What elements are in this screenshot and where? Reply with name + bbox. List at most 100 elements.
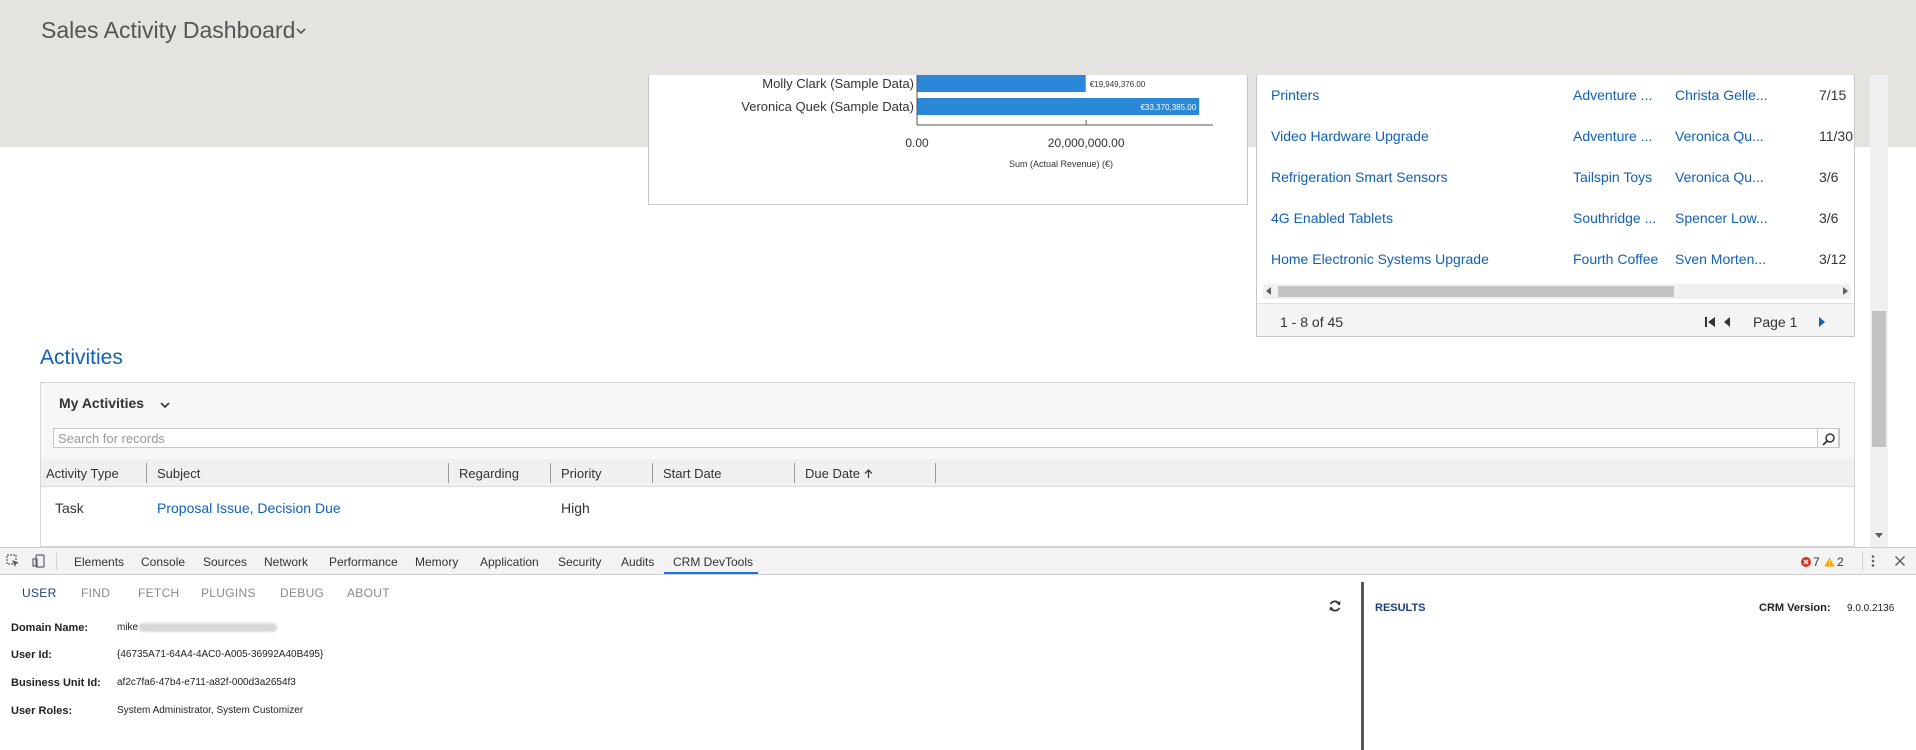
- crm-nav-user[interactable]: USER: [22, 586, 57, 600]
- opportunity-name-link[interactable]: Refrigeration Smart Sensors: [1271, 169, 1448, 185]
- category-label: Molly Clark (Sample Data): [762, 76, 914, 91]
- more-options-icon[interactable]: [1866, 554, 1880, 568]
- scroll-down-arrow-icon[interactable]: [1875, 533, 1883, 538]
- devtools-tab-application[interactable]: Application: [480, 555, 539, 569]
- crm-nav-fetch[interactable]: FETCH: [138, 586, 180, 600]
- column-separator[interactable]: [935, 463, 936, 483]
- grid-pager: 1 - 8 of 45 Page 1: [1257, 303, 1854, 336]
- device-toolbar-icon[interactable]: [32, 554, 46, 568]
- crm-nav-about[interactable]: ABOUT: [347, 586, 390, 600]
- account-link[interactable]: Adventure ...: [1573, 128, 1663, 144]
- scrollbar-thumb[interactable]: [1278, 286, 1674, 297]
- active-tab-indicator: [664, 572, 758, 574]
- column-header-regarding[interactable]: Regarding: [459, 466, 519, 481]
- column-header-start-date[interactable]: Start Date: [663, 466, 722, 481]
- close-date: 11/30: [1819, 128, 1853, 144]
- category-label: Veronica Quek (Sample Data): [741, 99, 914, 114]
- horizontal-scrollbar[interactable]: [1263, 284, 1851, 299]
- search-box: [53, 428, 1840, 448]
- column-header-due-date[interactable]: Due Date: [805, 466, 873, 481]
- column-separator[interactable]: [794, 463, 795, 483]
- table-row[interactable]: 4G Enabled Tablets Southridge ... Spencer …: [1257, 198, 1854, 239]
- chevron-down-icon[interactable]: [159, 399, 171, 411]
- devtools-tab-console[interactable]: Console: [141, 555, 185, 569]
- table-row[interactable]: Printers Adventure ... Christa Gelle... 7/1…: [1257, 75, 1854, 116]
- column-separator[interactable]: [448, 463, 449, 483]
- top-bar: Sales Activity Dashboard: [0, 0, 1916, 75]
- account-link[interactable]: Adventure ...: [1573, 87, 1663, 103]
- warning-badge[interactable]: 2: [1824, 555, 1844, 569]
- account-link[interactable]: Fourth Coffee: [1573, 251, 1663, 267]
- table-row[interactable]: Refrigeration Smart Sensors Tailspin Toys…: [1257, 157, 1854, 198]
- devtools-tab-crm-devtools[interactable]: CRM DevTools: [673, 555, 753, 569]
- opportunity-name-link[interactable]: Video Hardware Upgrade: [1271, 128, 1429, 144]
- dashboard-title[interactable]: Sales Activity Dashboard: [41, 17, 295, 44]
- devtools-tab-elements[interactable]: Elements: [74, 555, 124, 569]
- refresh-icon[interactable]: [1328, 599, 1342, 613]
- account-link[interactable]: Tailspin Toys: [1573, 169, 1663, 185]
- activities-grid-body: Task Proposal Issue, Decision Due High: [41, 487, 1854, 546]
- panel-splitter[interactable]: [1361, 582, 1364, 750]
- column-header-activity-type[interactable]: Activity Type: [46, 466, 119, 481]
- field-label: Business Unit Id:: [11, 677, 101, 689]
- error-icon: [1801, 557, 1811, 567]
- owner-link[interactable]: Christa Gelle...: [1675, 87, 1769, 103]
- devtools-tab-sources[interactable]: Sources: [203, 555, 247, 569]
- next-page-icon[interactable]: [1817, 315, 1827, 329]
- close-date: 3/12: [1819, 251, 1847, 267]
- chevron-down-icon[interactable]: [294, 24, 308, 38]
- owner-link[interactable]: Sven Morten...: [1675, 251, 1769, 267]
- scroll-left-arrow-icon[interactable]: [1266, 287, 1271, 295]
- inspect-element-icon[interactable]: [6, 554, 20, 568]
- crm-version-label: CRM Version:: [1759, 602, 1831, 614]
- crm-devtools-panel: USER FIND FETCH PLUGINS DEBUG ABOUT Domain Na…: [0, 576, 1916, 750]
- toolbar-divider: [56, 553, 57, 570]
- crm-version-value: 9.0.0.2136: [1847, 603, 1895, 614]
- opportunities-grid: Printers Adventure ... Christa Gelle... 7/1…: [1256, 75, 1855, 337]
- opportunity-name-link[interactable]: Printers: [1271, 87, 1319, 103]
- devtools-tab-audits[interactable]: Audits: [621, 555, 654, 569]
- opportunity-name-link[interactable]: Home Electronic Systems Upgrade: [1271, 251, 1489, 267]
- devtools-tab-security[interactable]: Security: [558, 555, 601, 569]
- column-header-subject[interactable]: Subject: [157, 466, 200, 481]
- column-header-priority[interactable]: Priority: [561, 466, 601, 481]
- toolbar-divider: [1862, 553, 1863, 570]
- table-row[interactable]: Video Hardware Upgrade Adventure ... Veron…: [1257, 116, 1854, 157]
- owner-link[interactable]: Spencer Low...: [1675, 210, 1769, 226]
- search-input[interactable]: [58, 430, 1808, 446]
- crm-nav-find[interactable]: FIND: [81, 586, 110, 600]
- scrollbar-thumb[interactable]: [1872, 311, 1886, 447]
- opportunity-name-link[interactable]: 4G Enabled Tablets: [1271, 210, 1393, 226]
- scroll-right-arrow-icon[interactable]: [1843, 287, 1848, 295]
- sort-ascending-icon: [864, 469, 872, 478]
- column-separator[interactable]: [146, 463, 147, 483]
- results-heading: RESULTS: [1375, 602, 1426, 614]
- crm-nav-plugins[interactable]: PLUGINS: [201, 586, 256, 600]
- close-date: 7/15: [1819, 87, 1847, 103]
- chart-bar[interactable]: [917, 75, 1086, 92]
- column-separator[interactable]: [550, 463, 551, 483]
- column-separator[interactable]: [652, 463, 653, 483]
- crm-nav-debug[interactable]: DEBUG: [280, 586, 324, 600]
- warning-icon: [1824, 557, 1835, 567]
- field-value: {46735A71-64A4-4AC0-A005-36992A40B495}: [117, 649, 324, 660]
- page-vertical-scrollbar[interactable]: [1870, 75, 1888, 547]
- redacted-text: [139, 622, 278, 632]
- table-row[interactable]: Home Electronic Systems Upgrade Fourth Co…: [1257, 239, 1854, 280]
- close-icon[interactable]: [1893, 554, 1907, 568]
- cell-activity-type: Task: [55, 500, 84, 516]
- owner-link[interactable]: Veronica Qu...: [1675, 169, 1769, 185]
- devtools-tab-network[interactable]: Network: [264, 555, 308, 569]
- account-link[interactable]: Southridge ...: [1573, 210, 1663, 226]
- view-selector[interactable]: My Activities: [59, 395, 144, 411]
- error-badge[interactable]: 7: [1801, 555, 1820, 569]
- devtools-tab-performance[interactable]: Performance: [329, 555, 398, 569]
- domain-name-value: mike: [117, 622, 139, 633]
- first-page-icon[interactable]: [1704, 315, 1716, 329]
- devtools-tab-memory[interactable]: Memory: [415, 555, 458, 569]
- owner-link[interactable]: Veronica Qu...: [1675, 128, 1769, 144]
- search-icon: [1822, 433, 1835, 446]
- cell-subject-link[interactable]: Proposal Issue, Decision Due: [157, 500, 341, 516]
- search-button[interactable]: [1817, 428, 1839, 448]
- previous-page-icon[interactable]: [1722, 315, 1732, 329]
